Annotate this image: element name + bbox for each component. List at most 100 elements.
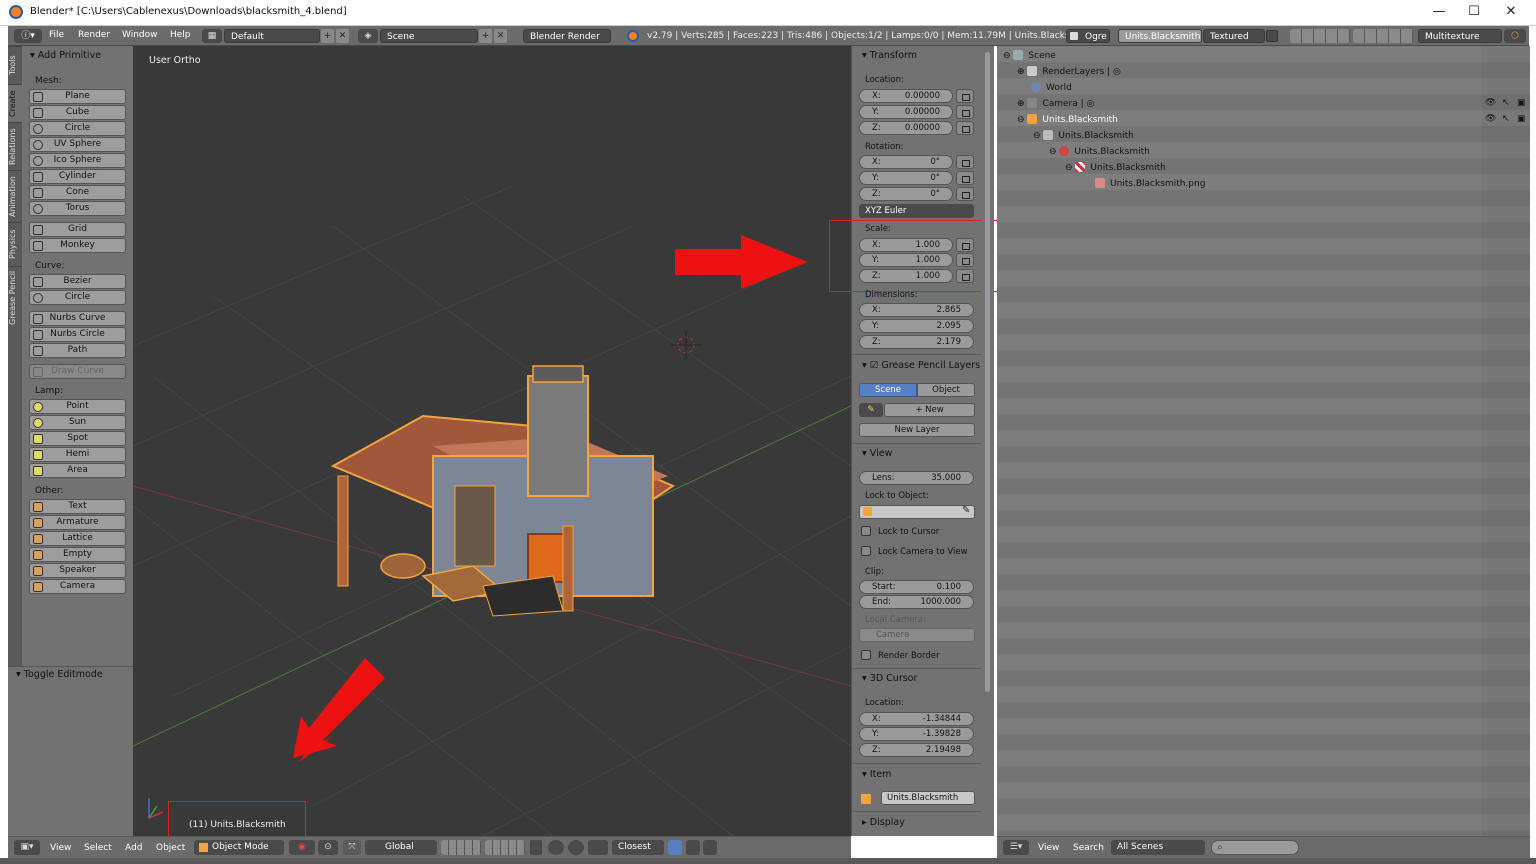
display-header[interactable]: ▸ Display: [862, 817, 905, 828]
gp-scene-tab[interactable]: Scene: [859, 383, 917, 397]
render-anim-icon[interactable]: [703, 840, 717, 855]
add-armature-button[interactable]: Armature: [29, 515, 126, 530]
menu-file[interactable]: File: [49, 30, 64, 40]
layer-buttons[interactable]: [1290, 29, 1350, 43]
gp-new-layer-button[interactable]: New Layer: [859, 423, 975, 437]
add-sun-lamp-button[interactable]: Sun: [29, 415, 126, 430]
outliner-row-blacksmith-texture[interactable]: ⊖ Units.Blacksmith: [1065, 162, 1166, 173]
add-spot-lamp-button[interactable]: Spot: [29, 431, 126, 446]
add-uv-sphere-button[interactable]: UV Sphere: [29, 137, 126, 152]
select-arrow-icon[interactable]: ↖: [1502, 98, 1510, 108]
lens-field[interactable]: Lens: 35.000: [859, 471, 974, 485]
scene-field[interactable]: Scene: [380, 29, 478, 43]
snap-toggle-icon[interactable]: [568, 840, 584, 855]
tab-create[interactable]: Create: [8, 84, 22, 122]
lock-location-x-icon[interactable]: [956, 89, 974, 103]
lock-location-z-icon[interactable]: [956, 121, 974, 135]
lock-rotation-x-icon[interactable]: [956, 155, 974, 169]
display-mode-dropdown[interactable]: All Scenes: [1111, 840, 1205, 855]
toggle-icon[interactable]: [1266, 30, 1278, 42]
3d-cursor-header[interactable]: ▾ 3D Cursor: [862, 673, 917, 684]
pivot-icon[interactable]: ⊙: [318, 840, 338, 855]
outliner-row-renderlayers[interactable]: ⊕ RenderLayers | ◎: [1017, 66, 1121, 77]
menu-select[interactable]: Select: [84, 843, 112, 853]
editor-type-icon[interactable]: ⓘ▾: [14, 29, 42, 43]
add-cube-button[interactable]: Cube: [29, 105, 126, 120]
lock-object-field[interactable]: [859, 505, 975, 519]
local-camera-field[interactable]: Camera: [859, 628, 975, 642]
outliner-row-blacksmith-object[interactable]: ⊖ Units.Blacksmith: [1017, 114, 1118, 125]
select-arrow-icon[interactable]: ↖: [1502, 114, 1510, 124]
menu-help[interactable]: Help: [170, 30, 191, 40]
scene-icon[interactable]: ◈: [358, 29, 378, 43]
layer-buttons-2[interactable]: [485, 840, 525, 855]
add-bezier-button[interactable]: Bezier: [29, 274, 126, 289]
menu-view[interactable]: View: [50, 843, 71, 853]
outliner-row-blacksmith-material[interactable]: ⊖ Units.Blacksmith: [1049, 146, 1150, 157]
rotation-x-field[interactable]: X: 0°: [859, 155, 953, 169]
add-speaker-button[interactable]: Speaker: [29, 563, 126, 578]
add-point-lamp-button[interactable]: Point: [29, 399, 126, 414]
outliner-row-camera[interactable]: ⊕ Camera | ◎: [1017, 98, 1094, 109]
lock-to-cursor-checkbox[interactable]: [861, 526, 871, 536]
snap-element-icon[interactable]: [588, 840, 608, 855]
close-button[interactable]: ✕: [1496, 3, 1526, 21]
add-nurbs-circle-button[interactable]: Nurbs Circle: [29, 327, 126, 342]
lock-rotation-z-icon[interactable]: [956, 187, 974, 201]
maximize-button[interactable]: ☐: [1459, 3, 1489, 21]
editor-type-icon[interactable]: ▣▾: [14, 840, 40, 855]
layer-buttons[interactable]: [441, 840, 481, 855]
toggle-editmode-header[interactable]: ▾ Toggle Editmode: [16, 669, 103, 680]
tab-grease-pencil[interactable]: Grease Pencil: [8, 266, 22, 328]
shading-dropdown[interactable]: Textured: [1203, 29, 1265, 43]
lock-rotation-y-icon[interactable]: [956, 171, 974, 185]
add-lattice-button[interactable]: Lattice: [29, 531, 126, 546]
visibility-eye-icon[interactable]: 👁: [1485, 114, 1496, 124]
snap-target-dropdown[interactable]: Closest: [612, 840, 664, 855]
render-engine-dropdown[interactable]: Blender Render: [523, 29, 611, 43]
dimensions-z-field[interactable]: Z: 2.179: [859, 335, 974, 349]
add-empty-button[interactable]: Empty: [29, 547, 126, 562]
tab-tools[interactable]: Tools: [8, 46, 22, 84]
gp-new-button[interactable]: + New: [884, 403, 975, 417]
add-primitive-header[interactable]: ▾ Add Primitive: [30, 50, 101, 61]
add-circle-button[interactable]: Circle: [29, 121, 126, 136]
cursor-x-field[interactable]: X: -1.34844: [859, 712, 974, 726]
grease-pencil-header[interactable]: ▾ ☑ Grease Pencil Layers: [862, 360, 980, 371]
eyedropper-icon[interactable]: ✎: [962, 505, 970, 516]
proportional-edit-icon[interactable]: [548, 840, 564, 855]
add-layout-icon[interactable]: +: [321, 29, 334, 43]
add-text-button[interactable]: Text: [29, 499, 126, 514]
location-y-field[interactable]: Y: 0.00000: [859, 105, 953, 119]
item-name-field[interactable]: Units.Blacksmith: [881, 791, 975, 805]
outliner-menu-view[interactable]: View: [1038, 843, 1059, 853]
clip-end-field[interactable]: End: 1000.000: [859, 595, 974, 609]
shading-sphere-icon[interactable]: ◉: [289, 840, 315, 855]
outliner-row-world[interactable]: World: [1031, 82, 1072, 93]
remove-layout-icon[interactable]: ✕: [336, 29, 349, 43]
properties-scrollbar[interactable]: [982, 46, 994, 836]
outliner-row-scene[interactable]: ⊖ Scene: [1003, 50, 1056, 61]
render-border-checkbox[interactable]: [861, 650, 871, 660]
outliner-row-blacksmith-image[interactable]: Units.Blacksmith.png: [1095, 178, 1205, 189]
add-cone-button[interactable]: Cone: [29, 185, 126, 200]
rotation-y-field[interactable]: Y: 0°: [859, 171, 953, 185]
tab-physics[interactable]: Physics: [8, 222, 22, 266]
menu-window[interactable]: Window: [122, 30, 158, 40]
lock-layers-icon[interactable]: [530, 840, 542, 855]
add-ico-sphere-button[interactable]: Ico Sphere: [29, 153, 126, 168]
tab-animation[interactable]: Animation: [8, 170, 22, 222]
rotation-mode-dropdown[interactable]: XYZ Euler: [859, 204, 974, 218]
view-header[interactable]: ▾ View: [862, 448, 892, 459]
add-torus-button[interactable]: Torus: [29, 201, 126, 216]
draw-curve-button[interactable]: Draw Curve: [29, 364, 126, 379]
add-curve-circle-button[interactable]: Circle: [29, 290, 126, 305]
outliner-row-blacksmith-mesh[interactable]: ⊖ Units.Blacksmith: [1033, 130, 1134, 141]
add-grid-button[interactable]: Grid: [29, 222, 126, 237]
tab-relations[interactable]: Relations: [8, 122, 22, 170]
render-camera-icon[interactable]: ▣: [1517, 98, 1526, 108]
transform-header[interactable]: ▾ Transform: [862, 50, 917, 61]
cursor-y-field[interactable]: Y: -1.39828: [859, 727, 974, 741]
menu-add[interactable]: Add: [125, 843, 142, 853]
add-area-lamp-button[interactable]: Area: [29, 463, 126, 478]
